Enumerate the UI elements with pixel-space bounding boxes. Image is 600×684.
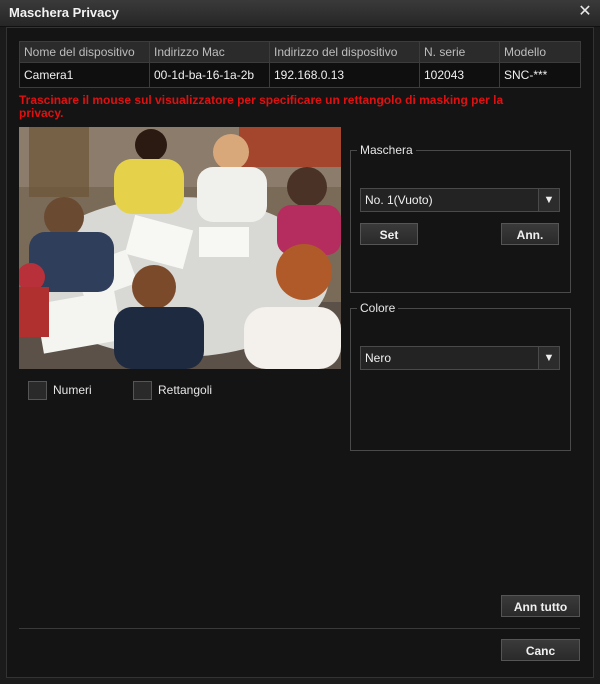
mask-select-value: No. 1(Vuoto)	[365, 193, 433, 207]
color-group: Colore	[350, 301, 571, 451]
numbers-checkbox-box[interactable]	[28, 380, 47, 400]
window-title: Maschera Privacy	[9, 5, 119, 20]
title-bar: Maschera Privacy ✕	[0, 0, 600, 27]
table-header-row: Nome del dispositivo Indirizzo Mac Indir…	[19, 41, 581, 63]
cell-address: 192.168.0.13	[269, 62, 420, 88]
table-row[interactable]: Camera1 00-1d-ba-16-1a-2b 192.168.0.13 1…	[19, 62, 581, 88]
cell-model: SNC-***	[499, 62, 581, 88]
mask-group-legend: Maschera	[360, 143, 413, 157]
device-table: Nome del dispositivo Indirizzo Mac Indir…	[19, 41, 581, 88]
divider	[19, 628, 580, 629]
chevron-down-icon[interactable]: ▼	[538, 189, 559, 211]
numbers-checkbox-label: Numeri	[53, 383, 92, 397]
column-header-serial: N. serie	[419, 41, 500, 63]
cancel-mask-button[interactable]: Ann.	[501, 223, 559, 245]
instruction-text: Trascinare il mouse sul visualizzatore p…	[19, 93, 504, 120]
close-button[interactable]: Canc	[501, 639, 580, 661]
cell-device-name: Camera1	[19, 62, 150, 88]
mask-group: Maschera	[350, 143, 571, 293]
cell-mac: 00-1d-ba-16-1a-2b	[149, 62, 270, 88]
rectangles-checkbox[interactable]: Rettangoli	[133, 380, 213, 400]
camera-preview[interactable]	[19, 127, 341, 369]
cell-serial: 102043	[419, 62, 500, 88]
color-select[interactable]: Nero ▼	[360, 346, 560, 370]
rectangles-checkbox-label: Rettangoli	[158, 383, 213, 397]
color-select-value: Nero	[365, 351, 392, 365]
set-button[interactable]: Set	[360, 223, 418, 245]
chevron-down-icon[interactable]: ▼	[538, 347, 559, 369]
rectangles-checkbox-box[interactable]	[133, 380, 152, 400]
cancel-all-button[interactable]: Ann tutto	[501, 595, 580, 617]
column-header-device-name: Nome del dispositivo	[19, 41, 150, 63]
color-group-legend: Colore	[360, 301, 396, 315]
mask-select[interactable]: No. 1(Vuoto) ▼	[360, 188, 560, 212]
numbers-checkbox[interactable]: Numeri	[28, 380, 92, 400]
camera-image	[19, 127, 341, 369]
column-header-mac: Indirizzo Mac	[149, 41, 270, 63]
column-header-address: Indirizzo del dispositivo	[269, 41, 420, 63]
close-icon[interactable]: ✕	[576, 3, 594, 21]
column-header-model: Modello	[499, 41, 581, 63]
